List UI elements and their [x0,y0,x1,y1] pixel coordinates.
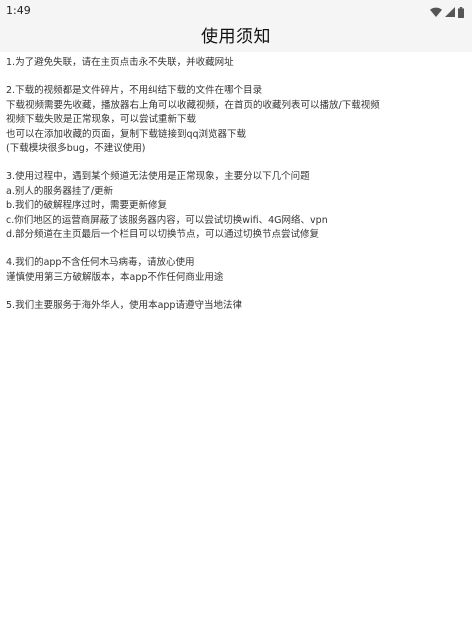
notice-line: d.部分频道在主页最后一个栏目可以切换节点，可以通过切换节点尝试修复 [6,229,320,240]
notice-line: 1.为了避免失联，请在主页点击永不失联，并收藏网址 [6,57,234,68]
status-time: 1:49 [6,4,31,17]
notice-content: 1.为了避免失联，请在主页点击永不失联，并收藏网址 2.下载的视频都是文件碎片，… [6,56,464,327]
notice-line: (下载模块很多bug，不建议使用) [6,143,146,154]
status-bar: 1:49 [0,0,472,22]
notice-line: 下载视频需要先收藏，播放器右上角可以收藏视频，在首页的收藏列表可以播放/下载视频 [6,99,380,111]
notice-line: 视频下载失败是正常现象，可以尝试重新下载 [6,114,197,125]
notice-section-5: 5.我们主要服务于海外华人，使用本app请遵守当地法律 [6,299,464,314]
status-icons [430,6,464,18]
app-header: 1:49 使用须知 [0,0,472,52]
battery-icon [458,6,464,18]
notice-line: 谨慎使用第三方破解版本，本app不作任何商业用途 [6,271,224,283]
notice-line: 也可以在添加收藏的页面，复制下载链接到qq浏览器下载 [6,128,247,140]
notice-section-1: 1.为了避免失联，请在主页点击永不失联，并收藏网址 [6,56,464,71]
notice-line: 4.我们的app不含任何木马病毒，请放心使用 [6,257,195,268]
notice-line: 2.下载的视频都是文件碎片，不用纠结下载的文件在哪个目录 [6,85,263,96]
notice-section-2: 2.下载的视频都是文件碎片，不用纠结下载的文件在哪个目录 下载视频需要先收藏，播… [6,84,464,157]
title-bar: 使用须知 [0,22,472,52]
wifi-icon [430,7,442,17]
notice-line: 3.使用过程中，遇到某个频道无法使用是正常现象，主要分以下几个问题 [6,171,310,182]
notice-line: b.我们的破解程序过时，需要更新修复 [6,200,168,211]
notice-line: c.你们地区的运营商屏蔽了该服务器内容，可以尝试切换wifi、4G网络、vpn [6,214,328,226]
signal-icon [445,7,455,17]
notice-line: 5.我们主要服务于海外华人，使用本app请遵守当地法律 [6,299,242,311]
notice-section-4: 4.我们的app不含任何木马病毒，请放心使用 谨慎使用第三方破解版本，本app不… [6,256,464,285]
notice-section-3: 3.使用过程中，遇到某个频道无法使用是正常现象，主要分以下几个问题 a.别人的服… [6,170,464,243]
page-title: 使用须知 [201,27,271,47]
notice-line: a.别人的服务器挂了/更新 [6,185,114,197]
